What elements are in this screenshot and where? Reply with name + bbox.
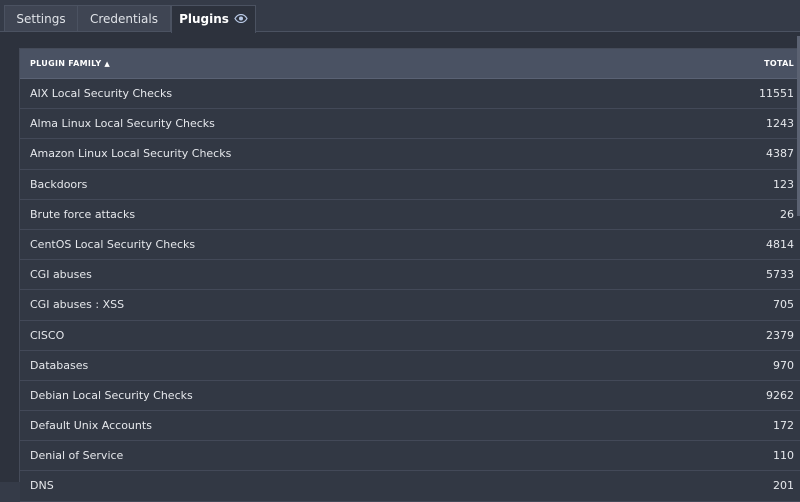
column-plugin-family-label: PLUGIN FAMILY xyxy=(30,59,102,68)
plugin-family-name: CISCO xyxy=(30,328,65,342)
table-row[interactable]: DNS 201 xyxy=(20,471,800,502)
table-row[interactable]: Debian Local Security Checks 9262 xyxy=(20,380,800,412)
plugin-family-total: 2379 xyxy=(766,328,794,342)
plugin-family-total: 26 xyxy=(780,207,794,221)
plugin-family-total: 123 xyxy=(773,177,794,191)
table-row[interactable]: Backdoors 123 xyxy=(20,169,800,200)
plugin-family-total: 1243 xyxy=(766,117,794,131)
plugin-family-name: CGI abuses : XSS xyxy=(30,298,125,312)
plugin-family-total: 705 xyxy=(773,298,794,312)
plugin-family-total: 4387 xyxy=(766,147,794,161)
plugin-family-name: Amazon Linux Local Security Checks xyxy=(30,147,232,161)
table-header: PLUGIN FAMILY ▲ TOTAL xyxy=(20,49,800,79)
column-plugin-family[interactable]: PLUGIN FAMILY ▲ xyxy=(30,49,110,79)
tab-plugins-label: Plugins xyxy=(179,12,229,26)
table-row[interactable]: Databases 970 xyxy=(20,350,800,381)
plugin-family-total: 110 xyxy=(773,449,794,463)
plugin-family-name: Debian Local Security Checks xyxy=(30,388,193,402)
plugin-family-total: 970 xyxy=(773,358,794,372)
table-row[interactable]: CISCO 2379 xyxy=(20,320,800,351)
column-total[interactable]: TOTAL xyxy=(764,49,794,79)
table-row[interactable]: Amazon Linux Local Security Checks 4387 xyxy=(20,139,800,170)
plugin-family-name: DNS xyxy=(30,479,54,493)
table-row[interactable]: Default Unix Accounts 172 xyxy=(20,411,800,442)
tab-bar: Settings Credentials Plugins xyxy=(0,0,800,33)
table-row[interactable]: AIX Local Security Checks 11551 xyxy=(20,79,800,110)
plugin-family-name: Databases xyxy=(30,358,89,372)
plugin-family-total: 9262 xyxy=(766,388,794,402)
table-row[interactable]: CentOS Local Security Checks 4814 xyxy=(20,229,800,261)
table-row[interactable]: CGI abuses : XSS 705 xyxy=(20,290,800,321)
plugin-family-name: Alma Linux Local Security Checks xyxy=(30,117,215,131)
table-row[interactable]: CGI abuses 5733 xyxy=(20,260,800,291)
plugin-family-name: Brute force attacks xyxy=(30,207,136,221)
plugin-family-name: Default Unix Accounts xyxy=(30,419,152,433)
table-row[interactable]: Brute force attacks 26 xyxy=(20,199,800,230)
plugin-family-name: CGI abuses xyxy=(30,268,92,282)
plugins-content: PLUGIN FAMILY ▲ TOTAL AIX Local Security … xyxy=(0,32,800,502)
tab-credentials[interactable]: Credentials xyxy=(78,5,171,32)
plugin-families-table: PLUGIN FAMILY ▲ TOTAL AIX Local Security … xyxy=(19,48,800,502)
table-body: AIX Local Security Checks 11551 Alma Linux… xyxy=(20,79,800,502)
plugin-family-total: 5733 xyxy=(766,268,794,282)
eye-icon[interactable] xyxy=(234,6,248,32)
plugin-family-total: 201 xyxy=(773,479,794,493)
table-row[interactable]: Alma Linux Local Security Checks 1243 xyxy=(20,109,800,140)
plugin-family-total: 11551 xyxy=(759,87,794,100)
plugin-family-name: AIX Local Security Checks xyxy=(30,87,173,100)
tab-settings[interactable]: Settings xyxy=(4,5,78,32)
plugin-family-name: CentOS Local Security Checks xyxy=(30,237,196,251)
plugin-family-name: Backdoors xyxy=(30,177,88,191)
table-row[interactable]: Denial of Service 110 xyxy=(20,441,800,472)
sort-ascending-icon: ▲ xyxy=(104,60,111,68)
plugin-family-total: 172 xyxy=(773,419,794,433)
plugin-family-name: Denial of Service xyxy=(30,449,124,463)
tab-plugins[interactable]: Plugins xyxy=(171,5,256,33)
plugin-family-total: 4814 xyxy=(766,237,794,251)
